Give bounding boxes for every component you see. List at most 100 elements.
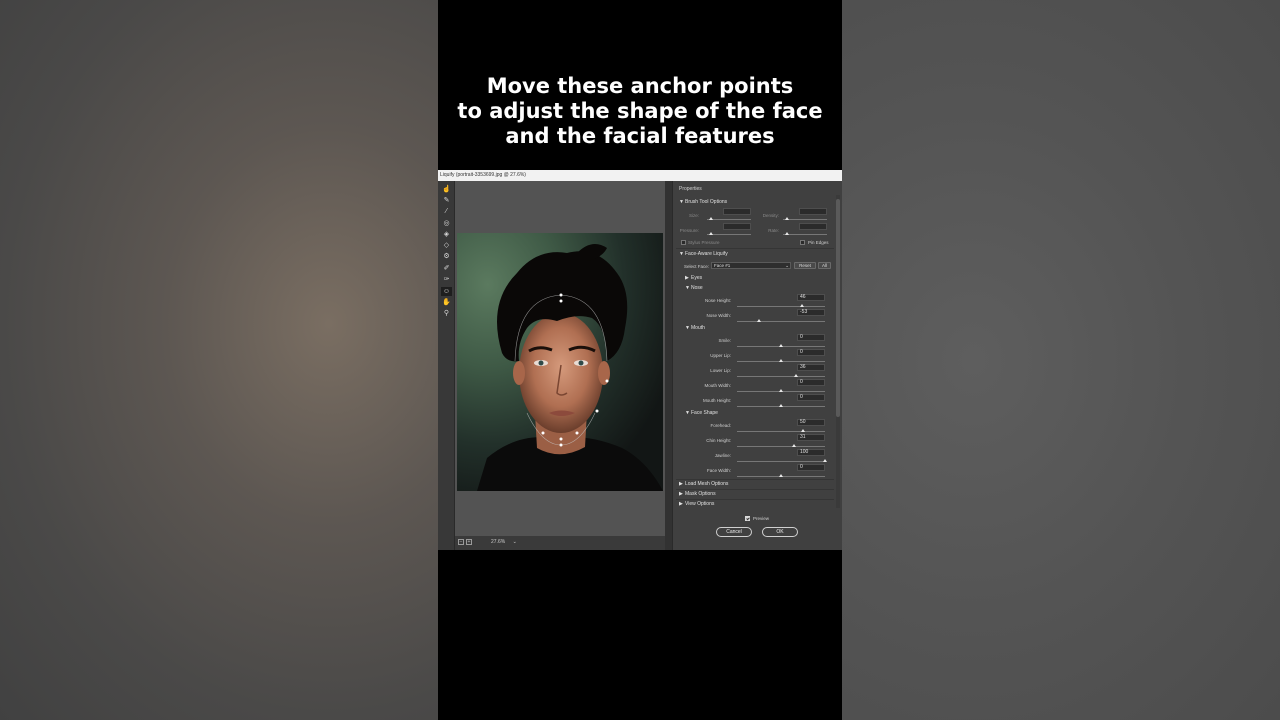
forehead-slider-handle[interactable]: [801, 429, 805, 432]
stylus-pressure-checkbox[interactable]: [681, 240, 686, 245]
rate-slider-handle[interactable]: [785, 232, 789, 235]
smile-slider-handle[interactable]: [779, 344, 783, 347]
lower-lip-label: Lower Lip:: [710, 368, 731, 373]
face-shape-title: Face Shape: [691, 410, 718, 416]
load-mesh-options-section[interactable]: ▶ Load Mesh Options: [679, 481, 728, 487]
rate-slider[interactable]: [783, 234, 827, 235]
upper-lip-slider-handle[interactable]: [779, 359, 783, 362]
twirl-tool-icon[interactable]: ◎: [441, 219, 452, 228]
density-slider-handle[interactable]: [785, 217, 789, 220]
nose-width-label: Nose Width:: [706, 313, 731, 318]
pressure-slider-handle[interactable]: [709, 232, 713, 235]
mouth-width-label: Mouth Width:: [704, 383, 731, 388]
mask-options-title: Mask Options: [685, 491, 716, 497]
nose-section[interactable]: ▼Nose: [685, 285, 703, 291]
zoom-in-button[interactable]: +: [466, 539, 472, 545]
nose-height-label: Nose Height:: [704, 298, 731, 303]
blurred-background-left: [0, 0, 438, 720]
push-left-tool-icon[interactable]: ⚙: [441, 252, 452, 261]
size-field[interactable]: [723, 208, 751, 215]
blurred-background-right: [842, 0, 1280, 720]
lower-lip-slider-handle[interactable]: [794, 374, 798, 377]
nose-width-slider[interactable]: [737, 321, 825, 322]
scrollbar[interactable]: [836, 195, 840, 508]
scrollbar-thumb[interactable]: [836, 199, 840, 417]
smile-label: Smile:: [718, 338, 731, 343]
video-frame: Move these anchor points to adjust the s…: [0, 0, 1280, 720]
pressure-field[interactable]: [723, 223, 751, 230]
jawline-label: Jawline:: [714, 453, 731, 458]
cancel-button[interactable]: Cancel: [716, 527, 752, 537]
divider: [676, 489, 834, 490]
pucker-tool-icon[interactable]: ◈: [441, 230, 452, 239]
caption-line-3: and the facial features: [505, 124, 775, 148]
hand-tool-icon[interactable]: ✋: [441, 298, 452, 307]
jawline-field[interactable]: 100: [797, 449, 825, 456]
face-tool-icon[interactable]: ☺: [441, 287, 452, 296]
face-width-field[interactable]: 0: [797, 464, 825, 471]
ok-button[interactable]: OK: [762, 527, 798, 537]
mouth-width-slider-handle[interactable]: [779, 389, 783, 392]
freeze-mask-tool-icon[interactable]: ✐: [441, 264, 452, 273]
density-slider[interactable]: [783, 219, 827, 220]
thaw-mask-tool-icon[interactable]: ✑: [441, 275, 452, 284]
size-slider[interactable]: [707, 219, 751, 220]
caption-line-1: Move these anchor points: [486, 74, 794, 98]
pin-edges-checkbox[interactable]: [800, 240, 805, 245]
lower-lip-field[interactable]: 36: [797, 364, 825, 371]
bloat-tool-icon[interactable]: ◇: [441, 241, 452, 250]
video-content: Move these anchor points to adjust the s…: [438, 0, 842, 720]
rate-field[interactable]: [799, 223, 827, 230]
zoom-out-button[interactable]: −: [458, 539, 464, 545]
view-options-section[interactable]: ▶ View Options: [679, 501, 714, 507]
face-shape-section[interactable]: ▼Face Shape: [685, 410, 718, 416]
face-width-slider-handle[interactable]: [779, 474, 783, 477]
caption-text: Move these anchor points to adjust the s…: [438, 74, 842, 149]
size-label: Size:: [688, 213, 699, 218]
density-field[interactable]: [799, 208, 827, 215]
upper-lip-field[interactable]: 0: [797, 349, 825, 356]
nose-height-slider-handle[interactable]: [800, 304, 804, 307]
zoom-tool-icon[interactable]: ⚲: [441, 309, 452, 318]
preview-checkbox[interactable]: [745, 516, 750, 521]
select-face-label: Select Face:: [683, 264, 709, 269]
nose-width-field[interactable]: -53: [797, 309, 825, 316]
smooth-tool-icon[interactable]: ⁄: [441, 207, 452, 216]
canvas-area[interactable]: [455, 181, 665, 536]
chin-height-field[interactable]: 31: [797, 434, 825, 441]
forehead-field[interactable]: 50: [797, 419, 825, 426]
mouth-height-slider-handle[interactable]: [779, 404, 783, 407]
face-width-label: Face Width:: [706, 468, 731, 473]
pressure-slider[interactable]: [707, 234, 751, 235]
zoom-level[interactable]: 27.6% ⌄: [491, 539, 517, 545]
jawline-slider-handle[interactable]: [823, 459, 827, 462]
chin-height-slider[interactable]: [737, 446, 825, 447]
brush-tool-options-title: Brush Tool Options: [685, 199, 728, 205]
face-aware-liquify-section[interactable]: ▼Face-Aware Liquify: [679, 251, 728, 257]
reconstruct-tool-icon[interactable]: ✎: [441, 196, 452, 205]
brush-tool-options-section[interactable]: ▼Brush Tool Options: [679, 199, 727, 205]
all-button[interactable]: All: [818, 262, 831, 269]
nose-height-slider[interactable]: [737, 306, 825, 307]
rate-label: Rate:: [768, 228, 779, 233]
forehead-label: Forehead:: [710, 423, 731, 428]
portrait-photo[interactable]: [457, 233, 663, 491]
nose-height-field[interactable]: 46: [797, 294, 825, 301]
chevron-down-icon: ⌄: [512, 539, 517, 545]
select-face-dropdown[interactable]: Face #1 ⌄: [711, 262, 791, 269]
reset-button[interactable]: Reset: [794, 262, 816, 269]
forehead-slider[interactable]: [737, 431, 825, 432]
jawline-slider[interactable]: [737, 461, 825, 462]
size-slider-handle[interactable]: [709, 217, 713, 220]
divider: [676, 248, 834, 249]
mask-options-section[interactable]: ▶ Mask Options: [679, 491, 716, 497]
mouth-section[interactable]: ▼Mouth: [685, 325, 705, 331]
chin-height-slider-handle[interactable]: [792, 444, 796, 447]
mouth-width-field[interactable]: 0: [797, 379, 825, 386]
mouth-height-field[interactable]: 0: [797, 394, 825, 401]
eyes-section[interactable]: ▶ Eyes: [685, 275, 702, 281]
smile-field[interactable]: 0: [797, 334, 825, 341]
forward-warp-tool-icon[interactable]: ☝: [441, 185, 452, 194]
lower-lip-slider[interactable]: [737, 376, 825, 377]
nose-width-slider-handle[interactable]: [757, 319, 761, 322]
